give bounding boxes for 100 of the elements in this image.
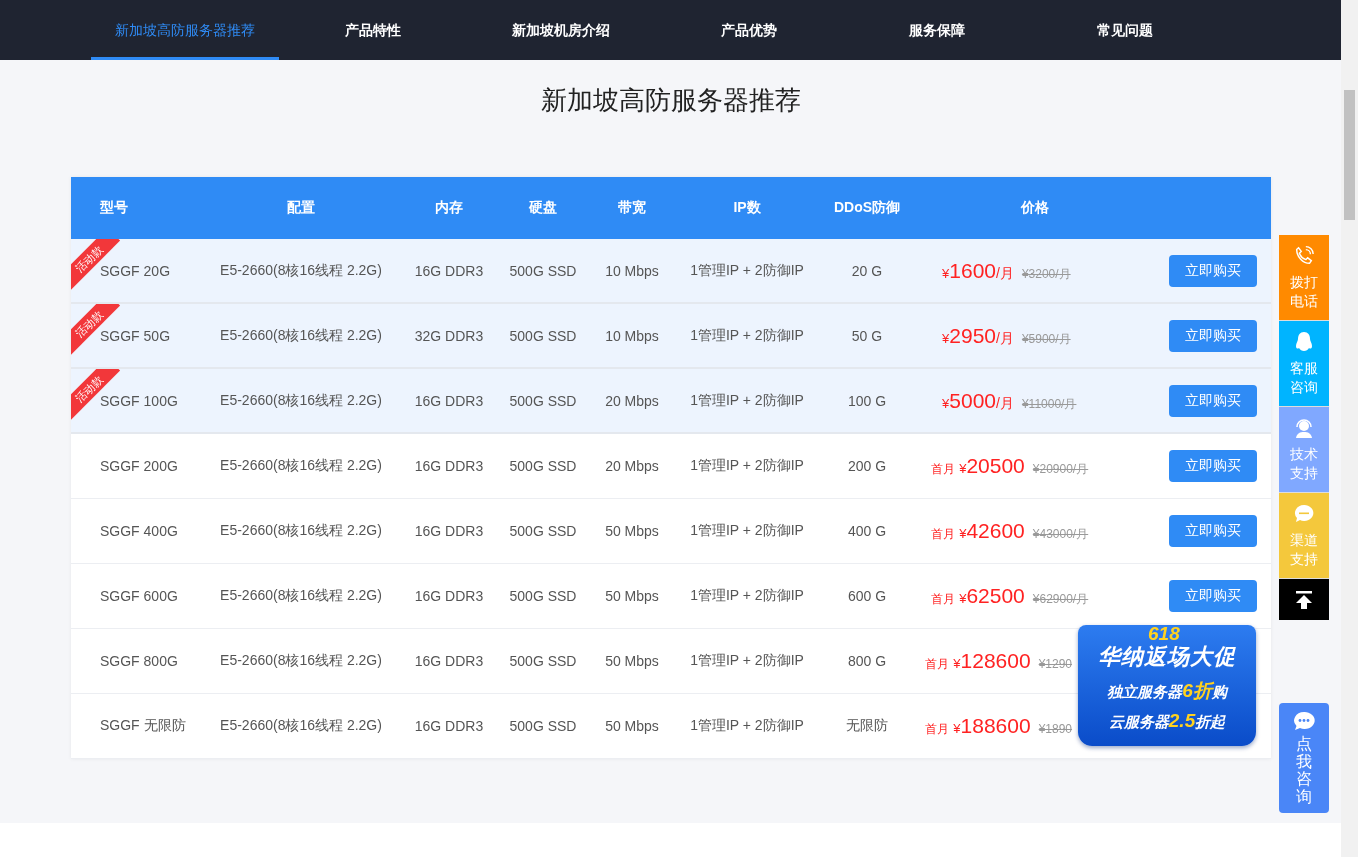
table-cell-text: 50 Mbps — [604, 523, 660, 539]
table-cell-text: 500G SSD — [508, 458, 578, 474]
sale-number: 618 — [1148, 623, 1180, 645]
table-cell-text: 100 G — [846, 392, 888, 409]
table-cell-text: 500G SSD — [508, 392, 578, 409]
original-price: ¥1290 — [1038, 657, 1074, 671]
table-cell-text: 16G DDR3 — [413, 653, 485, 669]
original-price: ¥1890 — [1038, 722, 1074, 736]
table-cell-text: 500G SSD — [508, 718, 578, 734]
table-cell-text: E5-2660(8核16线程 2.2G) — [219, 587, 383, 605]
nav-tab[interactable]: 产品优势 — [655, 0, 843, 60]
table-cell-text: 500G SSD — [508, 262, 578, 279]
original-price: ¥11000/月 — [1021, 395, 1078, 413]
table-cell-text: 20 G — [850, 262, 884, 279]
promo-banner[interactable]: 618 华纳返场大促 独立服务器6折购 云服务器2.5折起 — [1078, 625, 1256, 746]
table-cell-text: E5-2660(8核16线程 2.2G) — [219, 717, 383, 735]
table-cell-text: 16G DDR3 — [413, 458, 485, 474]
nav-tab[interactable]: 新加坡机房介绍 — [467, 0, 655, 60]
table-cell-text: 500G SSD — [508, 588, 578, 604]
phone-icon — [1293, 244, 1315, 267]
column-header: DDoS防御 — [832, 199, 902, 217]
table-cell-text: 50 G — [850, 327, 884, 344]
table-cell-text: 16G DDR3 — [413, 262, 485, 279]
table-cell-text: E5-2660(8核16线程 2.2G) — [219, 326, 383, 345]
table-cell-text: 600 G — [846, 588, 888, 604]
table-cell-text: E5-2660(8核16线程 2.2G) — [219, 522, 383, 540]
table-cell-text: 32G DDR3 — [413, 327, 485, 344]
table-cell-text: 800 G — [846, 653, 888, 669]
table-cell-text: E5-2660(8核16线程 2.2G) — [219, 457, 383, 475]
current-price: 首月 ¥42600 — [931, 519, 1025, 543]
table-cell: SGGF 400G — [100, 523, 178, 539]
nav-tab[interactable]: 常见问题 — [1031, 0, 1219, 60]
consult-button[interactable]: 点我咨询 — [1279, 703, 1329, 813]
scrollbar-thumb[interactable] — [1344, 90, 1355, 220]
chat-icon — [1293, 711, 1315, 731]
penguin-icon — [1294, 330, 1314, 353]
table-cell-text: 500G SSD — [508, 327, 578, 344]
banner-title: 华纳返场大促 — [1097, 643, 1237, 671]
table-cell-text: 500G SSD — [508, 523, 578, 539]
current-price: ¥5000/月 — [942, 388, 1014, 413]
table-cell: SGGF 200G — [100, 458, 178, 474]
side-button[interactable]: 技术支持 — [1279, 407, 1329, 493]
buy-button[interactable]: 立即购买 — [1169, 384, 1257, 417]
nav-tab[interactable]: 产品特性 — [279, 0, 467, 60]
section-title: 新加坡高防服务器推荐 — [539, 84, 802, 117]
headset-icon — [1293, 416, 1315, 439]
nav-tab[interactable]: 服务保障 — [843, 0, 1031, 60]
column-header: 型号 — [100, 199, 129, 217]
table-cell-text: 10 Mbps — [604, 327, 660, 344]
table-cell-text: 1管理IP + 2防御IP — [689, 457, 805, 475]
original-price: ¥62900/月 — [1032, 591, 1090, 608]
buy-button[interactable]: 立即购买 — [1169, 254, 1257, 287]
column-header: 配置 — [286, 199, 316, 217]
table-cell-text: 16G DDR3 — [413, 588, 485, 604]
table-cell-text: E5-2660(8核16线程 2.2G) — [219, 652, 383, 670]
current-price: 首月 ¥20500 — [931, 454, 1025, 478]
column-header: 带宽 — [617, 199, 647, 217]
original-price: ¥43000/月 — [1032, 526, 1090, 543]
column-header: 硬盘 — [528, 199, 558, 217]
table-cell-text: 50 Mbps — [604, 718, 660, 734]
side-button[interactable]: 拨打电话 — [1279, 235, 1329, 321]
column-header: IP数 — [732, 199, 762, 217]
current-price: 首月 ¥62500 — [931, 584, 1025, 608]
original-price: ¥3200/月 — [1021, 265, 1072, 283]
banner-text: 云服务器2.5折起 — [1107, 710, 1227, 732]
table-cell-text: 400 G — [846, 523, 888, 539]
column-header: 价格 — [1019, 199, 1050, 217]
table-cell-text: 20 Mbps — [604, 392, 660, 409]
table-cell-text: 1管理IP + 2防御IP — [689, 326, 805, 345]
chat-icon — [1293, 502, 1315, 525]
table-cell: SGGF 600G — [100, 588, 178, 604]
current-price: 首月 ¥128600 — [925, 649, 1031, 673]
table-cell-text: 1管理IP + 2防御IP — [689, 522, 805, 540]
table-cell: SGGF 800G — [100, 653, 178, 669]
table-cell-text: 1管理IP + 2防御IP — [689, 587, 805, 605]
table-cell-text: 16G DDR3 — [413, 392, 485, 409]
table-cell-text: 50 Mbps — [604, 588, 660, 604]
original-price: ¥20900/月 — [1032, 461, 1090, 478]
side-button[interactable]: 客服咨询 — [1279, 321, 1329, 407]
buy-button[interactable]: 立即购买 — [1169, 319, 1257, 352]
table-cell-text: 1管理IP + 2防御IP — [689, 717, 805, 735]
buy-button[interactable]: 立即购买 — [1169, 450, 1257, 482]
table-cell-text: 16G DDR3 — [413, 718, 485, 734]
scrollbar[interactable] — [1341, 0, 1358, 857]
table-cell-text: 500G SSD — [508, 653, 578, 669]
current-price: ¥1600/月 — [942, 258, 1014, 283]
table-cell-text: 1管理IP + 2防御IP — [689, 391, 805, 410]
buy-button[interactable]: 立即购买 — [1169, 580, 1257, 612]
current-price: 首月 ¥188600 — [925, 714, 1031, 738]
column-header: 内存 — [434, 199, 464, 217]
table-cell-text: 50 Mbps — [604, 653, 660, 669]
table-cell-text: 10 Mbps — [604, 262, 660, 279]
original-price: ¥5900/月 — [1021, 330, 1072, 348]
buy-button[interactable]: 立即购买 — [1169, 515, 1257, 547]
table-cell-text: 20 Mbps — [604, 458, 660, 474]
back-to-top-button[interactable] — [1279, 579, 1329, 620]
table-cell-text: 1管理IP + 2防御IP — [689, 652, 805, 670]
table-cell: SGGF 无限防 — [100, 717, 186, 735]
current-price: ¥2950/月 — [942, 323, 1014, 348]
table-cell-text: 16G DDR3 — [413, 523, 485, 539]
